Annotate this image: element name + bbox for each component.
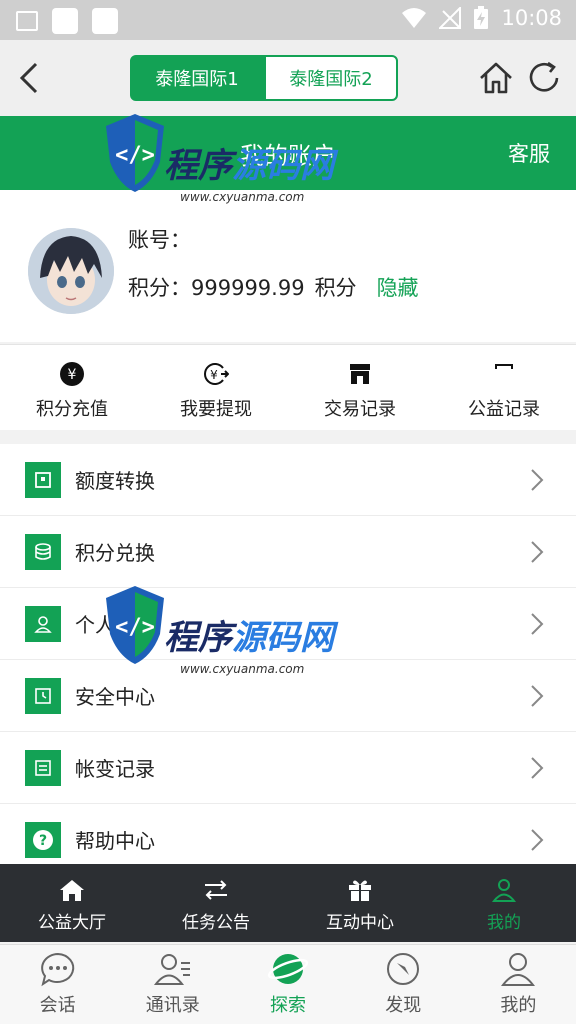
no-signal-icon [439, 7, 462, 29]
watermark-title: 程序源码网 [164, 146, 334, 186]
svg-text:¥: ¥ [68, 367, 77, 383]
tab-mine[interactable]: 我的 [432, 864, 576, 942]
watermark: </> 程序源码网 www.cxyuanma.com [100, 582, 360, 692]
image-notification-icon [16, 11, 38, 31]
clock-icon [25, 677, 61, 714]
segment-control: 泰隆国际1 泰隆国际2 [130, 55, 398, 101]
points-row: 积分：999999.99 积分 隐藏 [128, 272, 419, 302]
svg-text:</>: </> [115, 615, 155, 640]
home-icon[interactable] [476, 58, 516, 98]
shop-icon [347, 361, 373, 387]
user-icon [491, 879, 517, 902]
tab-label: 发现 [385, 995, 422, 1016]
status-time: 10:08 [501, 6, 562, 30]
document-icon [25, 749, 61, 786]
customer-service-button[interactable]: 客服 [508, 138, 550, 168]
status-bar: 10:08 [0, 0, 576, 40]
action-label: 积分充值 [36, 399, 108, 420]
chevron-right-icon [531, 829, 544, 851]
swap-icon [205, 880, 227, 900]
refresh-icon[interactable] [524, 58, 564, 98]
withdraw-icon: ¥ [203, 361, 229, 387]
tab-chat[interactable]: 会话 [0, 945, 115, 1024]
svg-text:¥: ¥ [210, 368, 218, 382]
tab-contacts[interactable]: 通讯录 [115, 945, 230, 1024]
gift-icon [349, 880, 371, 901]
action-charity-records[interactable]: 公益记录 [432, 345, 576, 430]
compass-icon [387, 953, 420, 985]
contacts-icon [153, 954, 190, 985]
planet-icon [267, 954, 309, 984]
tab-interaction-center[interactable]: 互动中心 [288, 864, 432, 942]
action-transactions[interactable]: 交易记录 [288, 345, 432, 430]
action-label: 公益记录 [468, 399, 540, 420]
watermark-title: 程序源码网 [164, 618, 334, 658]
account-label: 账号： [128, 228, 191, 252]
notification-icon [52, 8, 78, 34]
avatar[interactable] [28, 228, 114, 314]
secondary-tab-bar: 会话 通讯录 探索 发现 我的 [0, 944, 576, 1024]
menu-label: 额度转换 [75, 469, 155, 493]
tab-label: 公益大厅 [38, 913, 106, 933]
back-icon[interactable] [10, 58, 50, 98]
record-icon [491, 361, 517, 387]
svg-text:</>: </> [115, 143, 155, 168]
tab-label: 我的 [487, 913, 521, 933]
menu-label: 帮助中心 [75, 829, 155, 853]
points-unit: 积分 [314, 276, 357, 300]
tab-label: 互动中心 [326, 913, 394, 933]
menu-label: 积分兑换 [75, 541, 155, 565]
person-icon [501, 953, 536, 986]
home-icon [60, 880, 84, 901]
transfer-icon [25, 461, 61, 498]
segment-tab-1[interactable]: 泰隆国际1 [130, 55, 264, 101]
battery-charging-icon [474, 6, 489, 29]
tab-label: 任务公告 [182, 913, 250, 933]
yen-icon: ¥ [59, 361, 85, 387]
tab-label: 会话 [39, 995, 76, 1016]
action-row: ¥ 积分充值 ¥ 我要提现 交易记录 公益记录 [0, 344, 576, 430]
watermark-url: www.cxyuanma.com [180, 662, 305, 676]
menu-label: 帐变记录 [75, 757, 155, 781]
tab-label: 探索 [270, 995, 306, 1016]
tab-me[interactable]: 我的 [461, 945, 576, 1024]
user-icon [25, 605, 61, 642]
chat-icon [40, 952, 74, 987]
tab-explore[interactable]: 探索 [230, 945, 345, 1024]
action-recharge[interactable]: ¥ 积分充值 [0, 345, 144, 430]
action-label: 我要提现 [180, 399, 252, 420]
svg-text:?: ? [39, 833, 47, 849]
primary-tab-bar: 公益大厅 任务公告 互动中心 我的 [0, 864, 576, 942]
coins-icon [25, 533, 61, 570]
chevron-right-icon [531, 685, 544, 707]
shield-logo-icon: </> [106, 586, 164, 664]
chevron-right-icon [531, 613, 544, 635]
chevron-right-icon [531, 469, 544, 491]
tab-label: 通讯录 [145, 995, 200, 1016]
tab-discover[interactable]: 发现 [346, 945, 461, 1024]
watermark-url: www.cxyuanma.com [180, 190, 305, 204]
menu-item-quota-transfer[interactable]: 额度转换 [0, 444, 576, 516]
action-withdraw[interactable]: ¥ 我要提现 [144, 345, 288, 430]
action-label: 交易记录 [324, 399, 396, 420]
tab-label: 我的 [500, 995, 537, 1016]
help-icon: ? [25, 821, 61, 858]
chevron-right-icon [531, 541, 544, 563]
tab-task-notices[interactable]: 任务公告 [144, 864, 288, 942]
hide-points-link[interactable]: 隐藏 [377, 272, 419, 302]
tab-charity-hall[interactable]: 公益大厅 [0, 864, 144, 942]
menu-item-points-exchange[interactable]: 积分兑换 [0, 516, 576, 588]
avatar-illustration [28, 228, 114, 314]
watermark: </> 程序源码网 www.cxyuanma.com [100, 110, 360, 220]
chevron-right-icon [531, 757, 544, 779]
notification-icon [92, 8, 118, 34]
wifi-icon [402, 8, 427, 28]
menu-item-account-changes[interactable]: 帐变记录 [0, 732, 576, 804]
shield-logo-icon: </> [106, 114, 164, 192]
segment-tab-2[interactable]: 泰隆国际2 [264, 55, 398, 101]
top-bar: 泰隆国际1 泰隆国际2 [0, 40, 576, 116]
points-label: 积分：999999.99 [128, 276, 305, 300]
